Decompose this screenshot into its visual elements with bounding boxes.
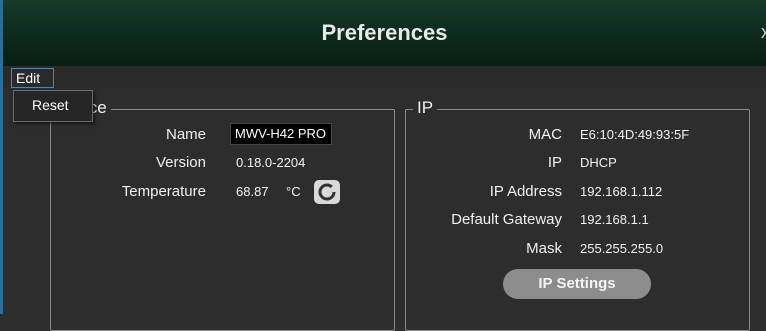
ip-label: IP (547, 154, 562, 171)
temperature-label: Temperature (121, 183, 206, 200)
temperature-value: 68.87 (236, 184, 269, 199)
version-value: 0.18.0-2204 (236, 155, 306, 170)
ip-address-label: IP Address (489, 183, 562, 200)
version-label: Version (155, 154, 206, 171)
name-label: Name (165, 126, 206, 143)
menu-item-reset[interactable]: Reset (32, 97, 69, 113)
ip-settings-button[interactable]: IP Settings (503, 269, 651, 299)
gateway-value: 192.168.1.1 (580, 212, 649, 227)
device-name-field[interactable]: MWV-H42 PRO (230, 123, 332, 145)
window-title: Preferences (321, 20, 448, 45)
device-group: ice (50, 98, 395, 331)
refresh-icon[interactable] (314, 180, 340, 204)
menu-edit[interactable]: Edit (11, 68, 54, 88)
edit-menu-dropdown: Reset (13, 90, 93, 122)
ip-group-legend: IP (413, 98, 438, 118)
ip-value: DHCP (580, 155, 617, 170)
ip-address-value: 192.168.1.112 (580, 184, 663, 199)
close-icon[interactable]: x (761, 22, 766, 43)
mac-value: E6:10:4D:49:93:5F (580, 127, 690, 142)
menu-bar (0, 66, 766, 88)
mask-value: 255.255.255.0 (580, 241, 664, 256)
title-bar: Preferences x (0, 0, 766, 66)
mac-label: MAC (528, 126, 562, 143)
temperature-unit: °C (286, 184, 301, 199)
gateway-label: Default Gateway (451, 211, 562, 228)
mask-label: Mask (526, 240, 562, 257)
